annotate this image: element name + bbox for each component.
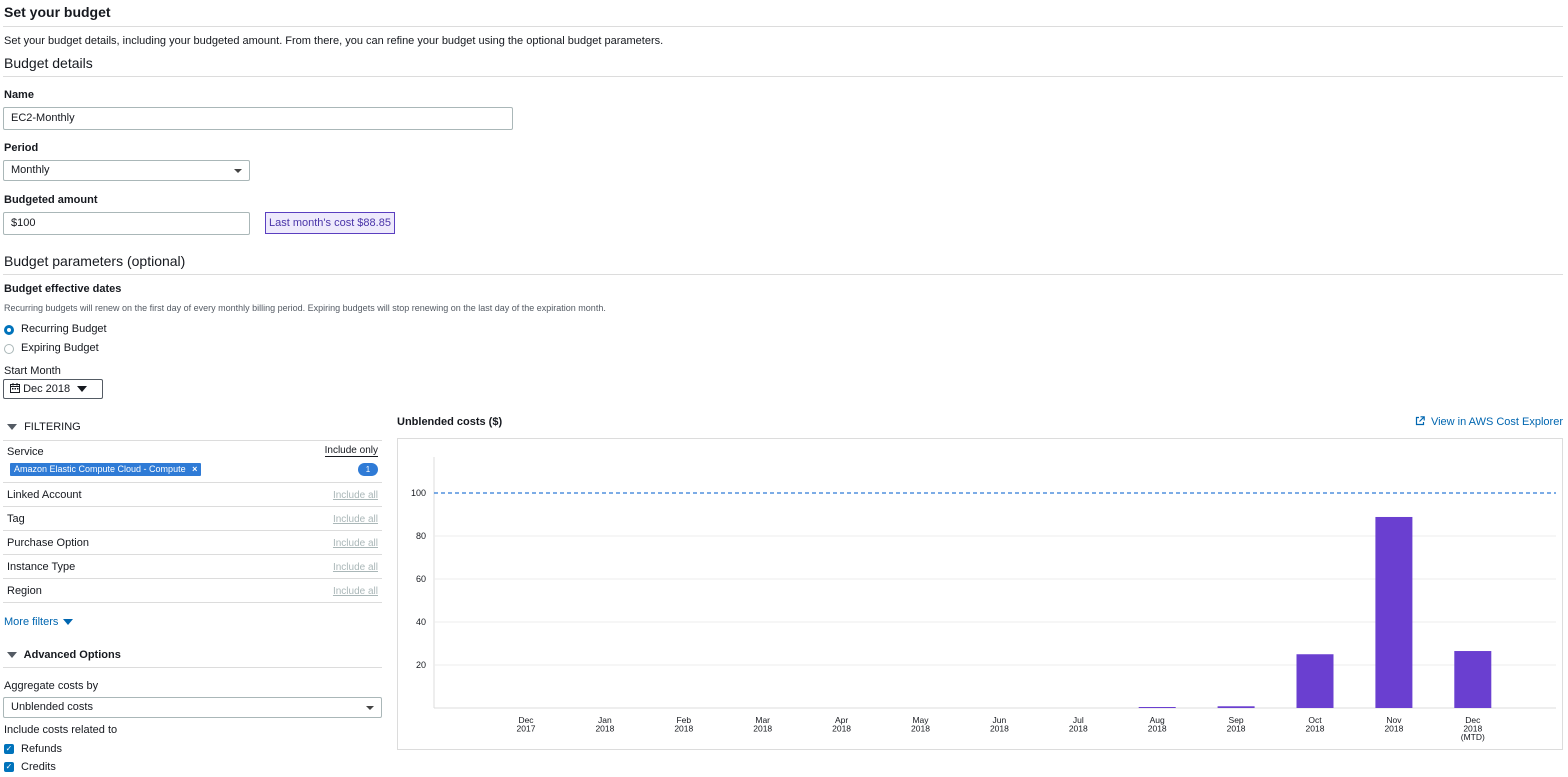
service-filter-tag[interactable]: Amazon Elastic Compute Cloud - Compute × bbox=[10, 463, 202, 476]
x-tick-label: 2018 bbox=[911, 724, 930, 734]
credits-label: Credits bbox=[21, 761, 56, 773]
y-tick-label: 40 bbox=[416, 617, 426, 627]
filter-row-linked-account[interactable]: Linked Account Include all bbox=[3, 483, 382, 507]
expiring-budget-label: Expiring Budget bbox=[21, 342, 99, 354]
x-tick-label: 2018 bbox=[1306, 724, 1325, 734]
start-month-picker[interactable]: Dec 2018 bbox=[3, 379, 103, 399]
filter-name: Tag bbox=[7, 513, 25, 525]
advanced-options-heading: Advanced Options bbox=[23, 649, 121, 661]
view-in-cost-explorer-link[interactable]: View in AWS Cost Explorer bbox=[1415, 416, 1563, 428]
include-costs-label: Include costs related to bbox=[4, 724, 118, 736]
y-tick-label: 60 bbox=[416, 574, 426, 584]
divider bbox=[3, 274, 1563, 275]
x-tick-label: 2018 bbox=[1069, 724, 1088, 734]
chart-title: Unblended costs ($) bbox=[397, 416, 503, 428]
recurring-budget-radio[interactable] bbox=[4, 325, 14, 335]
budget-parameters-heading: Budget parameters (optional) bbox=[4, 253, 186, 269]
period-select[interactable]: Monthly bbox=[3, 160, 250, 181]
start-month-label: Start Month bbox=[4, 365, 61, 377]
divider bbox=[3, 76, 1563, 77]
caret-down-icon bbox=[7, 652, 17, 658]
service-count-badge: 1 bbox=[358, 463, 378, 476]
cost-chart: 20406080100Dec2017Jan2018Feb2018Mar2018A… bbox=[411, 457, 1556, 742]
more-filters-link[interactable]: More filters bbox=[4, 616, 74, 628]
filter-row-service: Service Include only Amazon Elastic Comp… bbox=[3, 441, 382, 483]
bar bbox=[1138, 707, 1176, 708]
view-in-cost-explorer-label: View in AWS Cost Explorer bbox=[1430, 416, 1563, 428]
include-all-link[interactable]: Include all bbox=[333, 538, 378, 549]
divider bbox=[3, 667, 382, 668]
filtering-toggle[interactable]: FILTERING bbox=[7, 421, 81, 433]
x-tick-label: 2018 bbox=[595, 724, 614, 734]
advanced-options-toggle[interactable]: Advanced Options bbox=[7, 649, 121, 661]
filter-row-tag[interactable]: Tag Include all bbox=[3, 507, 382, 531]
y-tick-label: 100 bbox=[411, 488, 426, 498]
x-tick-label: 2018 bbox=[1384, 724, 1403, 734]
aggregate-costs-label: Aggregate costs by bbox=[4, 680, 99, 692]
budget-effective-dates-label: Budget effective dates bbox=[4, 283, 122, 295]
budgeted-amount-input[interactable]: $100 bbox=[3, 212, 250, 235]
page-title: Set your budget bbox=[4, 4, 111, 20]
name-input[interactable]: EC2-Monthly bbox=[3, 107, 513, 130]
x-tick-label: 2018 bbox=[674, 724, 693, 734]
aggregate-costs-value: Unblended costs bbox=[11, 701, 93, 713]
filter-row-purchase-option[interactable]: Purchase Option Include all bbox=[3, 531, 382, 555]
recurring-budget-label: Recurring Budget bbox=[21, 323, 107, 335]
filter-name: Linked Account bbox=[7, 489, 82, 501]
chevron-down-icon bbox=[366, 706, 374, 710]
chevron-down-icon bbox=[234, 169, 242, 173]
x-tick-label: 2018 bbox=[990, 724, 1009, 734]
filter-row-region[interactable]: Region Include all bbox=[3, 579, 382, 603]
caret-down-icon bbox=[63, 619, 74, 625]
refunds-label: Refunds bbox=[21, 743, 62, 755]
filter-name: Instance Type bbox=[7, 561, 76, 573]
cost-chart-container: 20 40 60 80 100 Dec 2017 Jan 2018 Feb 2018 Mar 2018 A… bbox=[397, 438, 1563, 750]
y-tick-label: 20 bbox=[416, 660, 426, 670]
budget-details-heading: Budget details bbox=[4, 55, 93, 71]
include-all-link[interactable]: Include all bbox=[333, 514, 378, 525]
budgeted-amount-label: Budgeted amount bbox=[4, 194, 98, 206]
period-label: Period bbox=[4, 142, 39, 154]
service-tag-label: Amazon Elastic Compute Cloud - Compute bbox=[14, 464, 186, 474]
period-value: Monthly bbox=[11, 164, 50, 176]
more-filters-label: More filters bbox=[4, 616, 59, 628]
expiring-budget-radio[interactable] bbox=[4, 344, 14, 354]
bar bbox=[1217, 706, 1255, 708]
bar bbox=[1296, 654, 1334, 708]
x-tick-label: 2018 bbox=[1227, 724, 1246, 734]
x-tick-label: 2017 bbox=[517, 724, 536, 734]
budget-dates-help: Recurring budgets will renew on the firs… bbox=[4, 303, 606, 313]
start-month-value: Dec 2018 bbox=[23, 383, 71, 395]
x-tick-label: 2018 bbox=[1148, 724, 1167, 734]
credits-checkbox[interactable]: ✓ bbox=[4, 762, 14, 772]
aggregate-costs-select[interactable]: Unblended costs bbox=[3, 697, 382, 718]
service-label: Service bbox=[7, 446, 44, 458]
x-tick-label: 2018 bbox=[753, 724, 772, 734]
bar bbox=[1375, 516, 1413, 708]
close-icon[interactable]: × bbox=[192, 464, 197, 474]
x-tick-label: 2018 bbox=[832, 724, 851, 734]
filter-row-instance-type[interactable]: Instance Type Include all bbox=[3, 555, 382, 579]
y-tick-label: 80 bbox=[416, 531, 426, 541]
filter-name: Purchase Option bbox=[7, 537, 89, 549]
refunds-checkbox[interactable]: ✓ bbox=[4, 744, 14, 754]
last-month-cost-badge: Last month's cost $88.85 bbox=[265, 212, 395, 234]
bar bbox=[1454, 651, 1492, 708]
service-include-only-link[interactable]: Include only bbox=[324, 445, 378, 457]
include-all-link[interactable]: Include all bbox=[333, 490, 378, 501]
caret-down-icon bbox=[7, 424, 17, 430]
filter-name: Region bbox=[7, 585, 42, 597]
x-tick-label: (MTD) bbox=[1461, 732, 1485, 742]
calendar-icon bbox=[10, 383, 20, 393]
external-link-icon bbox=[1415, 416, 1425, 426]
divider bbox=[3, 26, 1563, 27]
filtering-heading: FILTERING bbox=[24, 421, 81, 433]
include-all-link[interactable]: Include all bbox=[333, 586, 378, 597]
caret-down-icon bbox=[77, 386, 88, 392]
name-label: Name bbox=[4, 89, 34, 101]
page-description: Set your budget details, including your … bbox=[4, 35, 664, 47]
include-all-link[interactable]: Include all bbox=[333, 562, 378, 573]
